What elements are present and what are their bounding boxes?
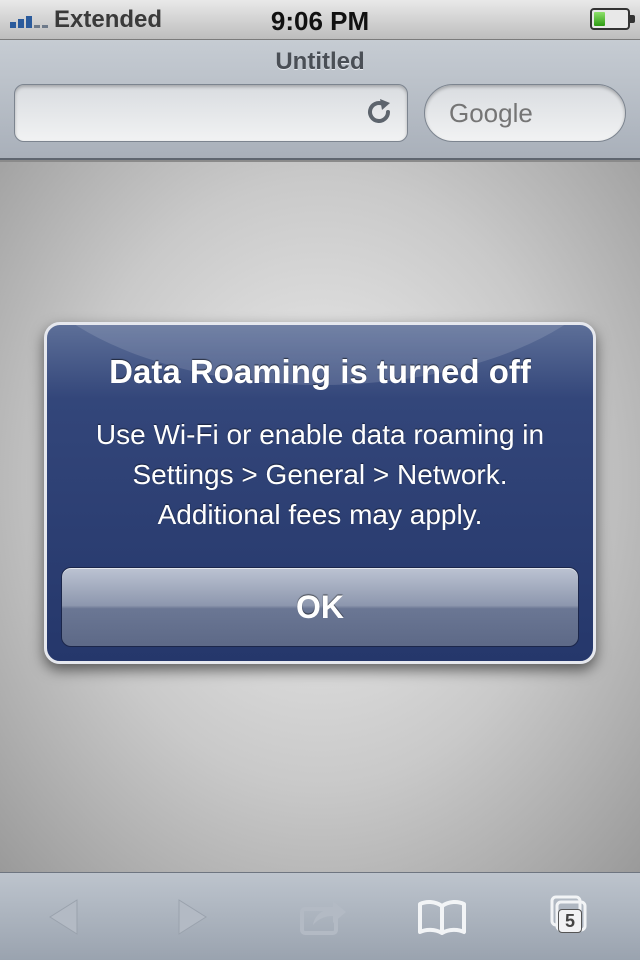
alert-message-line: Additional fees may apply. xyxy=(157,499,483,530)
bottom-toolbar: 5 xyxy=(0,872,640,960)
alert-message-line: Settings > General > Network. xyxy=(132,459,508,490)
browser-toolbar: Untitled xyxy=(0,40,640,160)
reload-icon[interactable] xyxy=(363,97,395,129)
ok-button[interactable]: OK xyxy=(61,567,579,647)
share-icon[interactable] xyxy=(294,891,354,943)
bookmarks-icon[interactable] xyxy=(412,891,472,943)
status-bar: Extended 9:06 PM xyxy=(0,0,640,40)
alert-message: Use Wi-Fi or enable data roaming in Sett… xyxy=(67,415,573,535)
battery-icon xyxy=(590,8,635,30)
address-bar[interactable] xyxy=(14,84,408,142)
page-title: Untitled xyxy=(275,48,365,75)
back-arrow-icon[interactable] xyxy=(34,891,94,943)
data-roaming-alert: Data Roaming is turned off Use Wi-Fi or … xyxy=(44,322,596,664)
alert-title: Data Roaming is turned off xyxy=(109,353,531,390)
search-input[interactable] xyxy=(424,84,626,142)
alert-message-line: Use Wi-Fi or enable data roaming in xyxy=(95,419,545,450)
tab-count-badge: 5 xyxy=(558,909,582,933)
forward-arrow-icon[interactable] xyxy=(162,891,222,943)
tabs-icon[interactable]: 5 xyxy=(542,891,602,943)
status-time: 9:06 PM xyxy=(270,6,370,36)
